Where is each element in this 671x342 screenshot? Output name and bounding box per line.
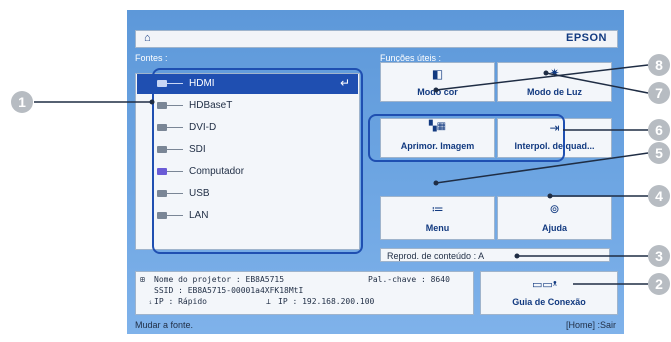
callout-1: 1	[11, 91, 33, 113]
callout-6: 6	[648, 119, 670, 141]
callout-2: 2	[648, 273, 670, 295]
callout-5: 5	[648, 142, 670, 164]
callout-8: 8	[648, 54, 670, 76]
callout-4: 4	[648, 185, 670, 207]
callout-lines	[34, 64, 649, 285]
callout-7: 7	[648, 82, 670, 104]
callout-3: 3	[648, 245, 670, 267]
